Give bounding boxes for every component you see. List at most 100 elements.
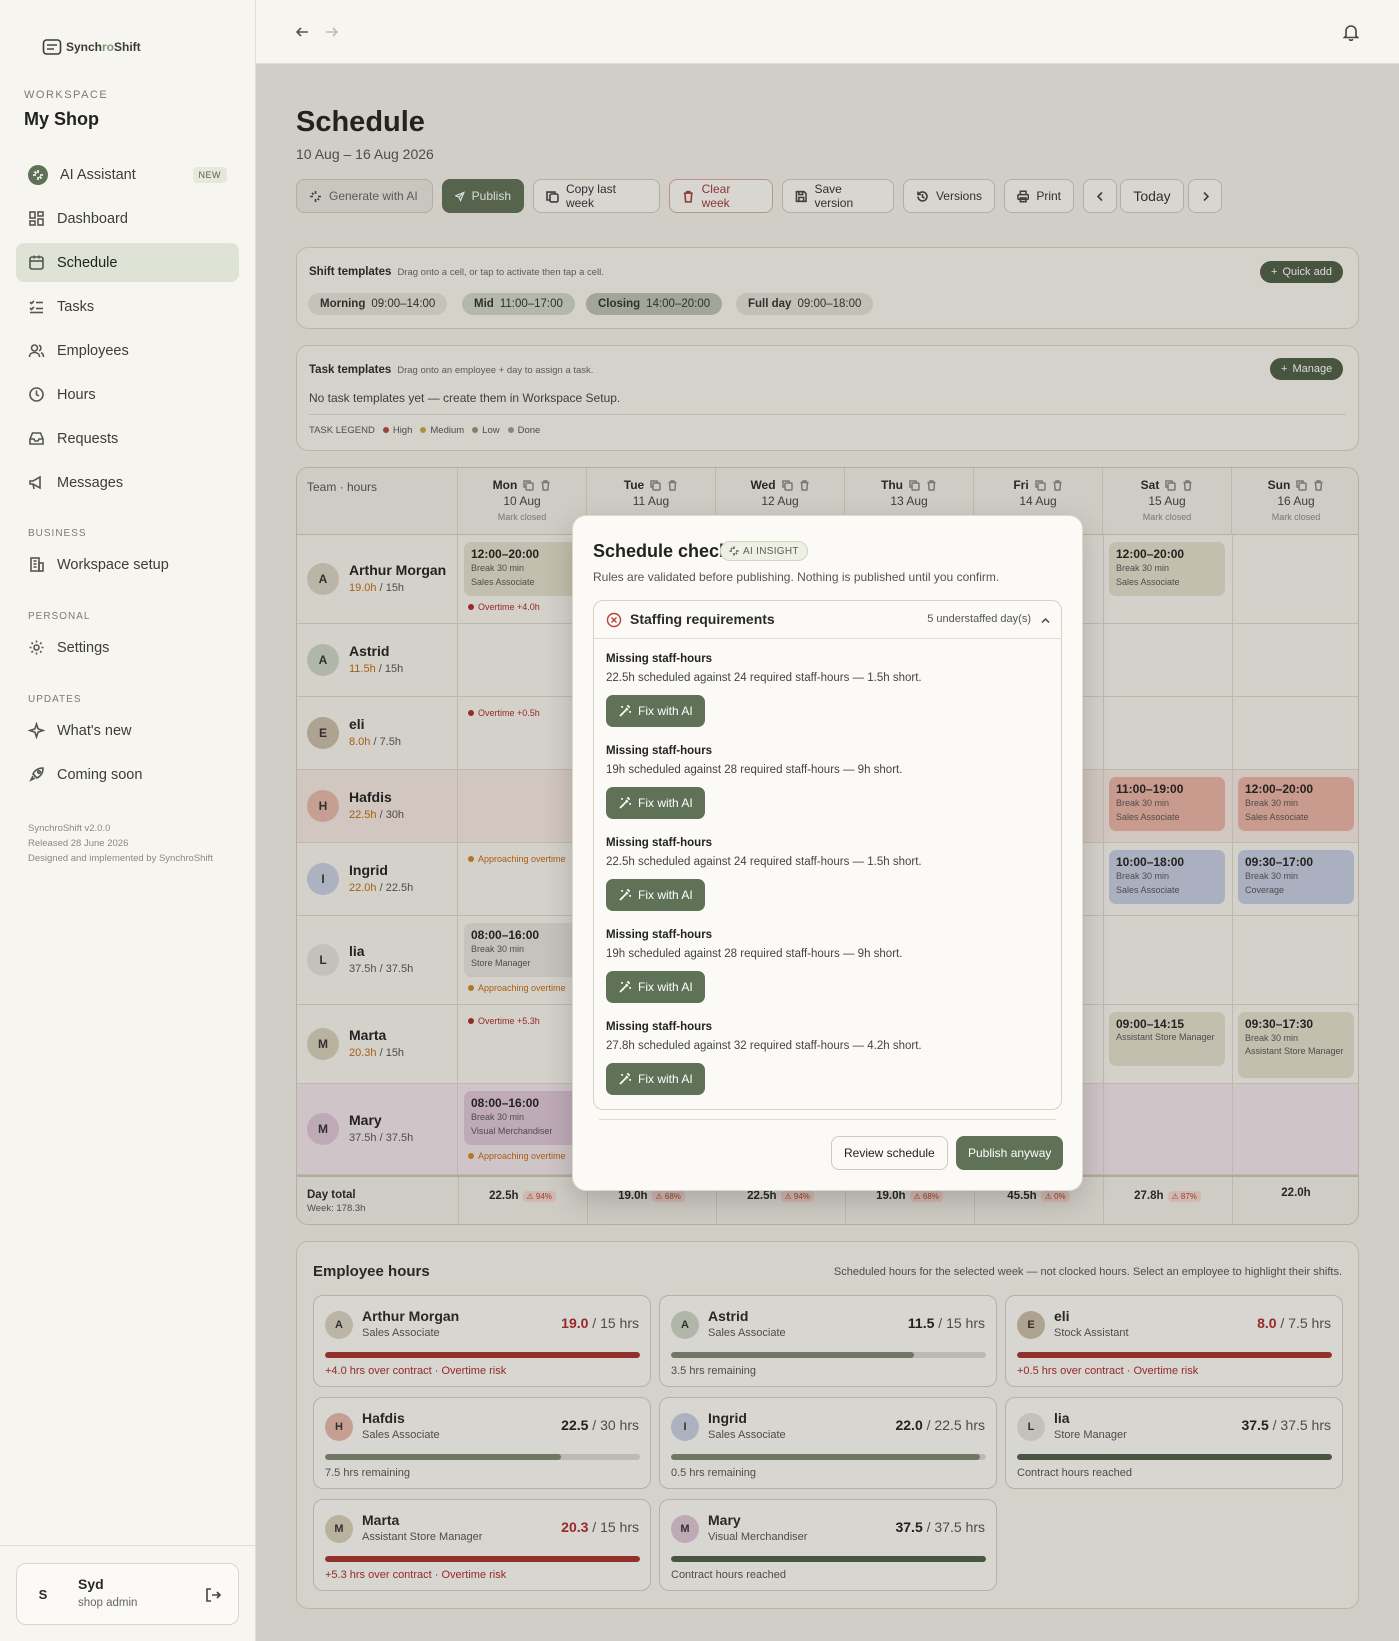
version-line: SynchroShift v2.0.0 xyxy=(28,823,111,834)
user-role: shop admin xyxy=(78,1597,138,1609)
review-schedule-button[interactable]: Review schedule xyxy=(831,1136,948,1170)
issue-title: Missing staff-hours xyxy=(606,653,713,665)
understaffed-count: 5 understaffed day(s) xyxy=(927,613,1031,625)
nav-whats-new[interactable]: What's new xyxy=(16,711,239,750)
nav-label: Employees xyxy=(57,342,129,359)
issue-description: 27.8h scheduled against 32 required staf… xyxy=(606,1040,922,1052)
megaphone-icon xyxy=(29,475,41,490)
sparkle-icon xyxy=(729,546,739,556)
button-label: Fix with AI xyxy=(638,888,693,902)
calendar-icon xyxy=(29,255,44,270)
ai-insight-badge: AI INSIGHT xyxy=(720,541,808,561)
nav-label: Requests xyxy=(57,430,119,447)
nav-label: Tasks xyxy=(57,298,95,315)
fix-with-ai-button[interactable]: Fix with AI xyxy=(606,1063,705,1095)
logo-text-c: Shift xyxy=(114,40,141,54)
nav-label: Workspace setup xyxy=(57,556,169,573)
logout-icon[interactable] xyxy=(204,1586,222,1604)
error-circle-icon xyxy=(606,612,622,628)
top-bar xyxy=(256,0,1399,64)
magic-wand-icon xyxy=(619,1073,631,1085)
issue-item: Missing staff-hours 27.8h scheduled agai… xyxy=(606,1021,922,1095)
dialog-title: Schedule check xyxy=(593,541,730,561)
workspace-label: WORKSPACE xyxy=(24,89,109,101)
logo-icon xyxy=(42,39,62,55)
publish-anyway-button[interactable]: Publish anyway xyxy=(956,1136,1064,1170)
magic-wand-icon xyxy=(619,797,631,809)
nav-coming-soon[interactable]: Coming soon xyxy=(16,755,239,794)
personal-section-label: PERSONAL xyxy=(28,611,91,622)
bell-icon[interactable] xyxy=(1342,23,1360,41)
nav-hours[interactable]: Hours xyxy=(16,375,239,414)
issue-item: Missing staff-hours 19h scheduled agains… xyxy=(606,929,903,1003)
avatar: S xyxy=(38,1586,48,1602)
nav-ai-assistant[interactable]: AI Assistant NEW xyxy=(16,155,239,194)
nav-schedule[interactable]: Schedule xyxy=(16,243,239,282)
nav-workspace-setup[interactable]: Workspace setup xyxy=(16,545,239,584)
version-info: SynchroShift v2.0.0 Released 28 June 202… xyxy=(28,821,213,866)
issue-title: Missing staff-hours xyxy=(606,1021,713,1033)
new-badge: NEW xyxy=(192,166,227,183)
release-line: Released 28 June 2026 xyxy=(28,838,129,849)
magic-wand-icon xyxy=(619,705,631,717)
section-title: Staffing requirements xyxy=(630,611,775,627)
logo-text-b: ro xyxy=(102,40,115,54)
magic-wand-icon xyxy=(619,981,631,993)
sparkle-icon xyxy=(28,164,48,185)
fix-with-ai-button[interactable]: Fix with AI xyxy=(606,695,705,727)
button-label: Fix with AI xyxy=(638,704,693,718)
section-header[interactable]: Staffing requirements 5 understaffed day… xyxy=(594,601,1061,639)
nav-dashboard[interactable]: Dashboard xyxy=(16,199,239,238)
credit-line: Designed and implemented by SynchroShift xyxy=(28,853,213,864)
building-icon xyxy=(30,557,44,572)
rocket-icon xyxy=(29,767,44,782)
user-card[interactable]: S Syd shop admin xyxy=(16,1563,239,1625)
nav-label: Settings xyxy=(57,639,110,656)
app-logo[interactable]: SynchroShift xyxy=(42,38,141,56)
logo-text-a: Synch xyxy=(66,40,103,54)
nav-label: Dashboard xyxy=(57,210,128,227)
nav-label: Hours xyxy=(57,386,96,403)
users-icon xyxy=(28,344,45,358)
chevron-up-icon[interactable] xyxy=(1040,615,1051,626)
nav-label: AI Assistant xyxy=(60,166,136,183)
nav-messages[interactable]: Messages xyxy=(16,463,239,502)
divider xyxy=(0,1545,256,1546)
issue-description: 19h scheduled against 28 required staff-… xyxy=(606,948,903,960)
fix-with-ai-button[interactable]: Fix with AI xyxy=(606,879,705,911)
issue-description: 22.5h scheduled against 24 required staf… xyxy=(606,672,922,684)
button-label: Fix with AI xyxy=(638,796,693,810)
dialog-subtitle: Rules are validated before publishing. N… xyxy=(593,570,1000,584)
divider xyxy=(599,1119,1056,1120)
issue-description: 19h scheduled against 28 required staff-… xyxy=(606,764,903,776)
tasks-icon xyxy=(29,300,43,314)
issue-item: Missing staff-hours 19h scheduled agains… xyxy=(606,745,903,819)
updates-section-label: UPDATES xyxy=(28,694,82,705)
issue-title: Missing staff-hours xyxy=(606,929,713,941)
inbox-icon xyxy=(29,432,44,445)
back-arrow-icon[interactable] xyxy=(294,24,310,40)
badge-label: AI INSIGHT xyxy=(743,545,799,557)
nav-label: Messages xyxy=(57,474,124,491)
fix-with-ai-button[interactable]: Fix with AI xyxy=(606,971,705,1003)
workspace-name[interactable]: My Shop xyxy=(24,109,99,130)
nav-requests[interactable]: Requests xyxy=(16,419,239,458)
issue-title: Missing staff-hours xyxy=(606,745,713,757)
sparkle-icon xyxy=(28,722,45,739)
dashboard-icon xyxy=(29,211,44,226)
issue-item: Missing staff-hours 22.5h scheduled agai… xyxy=(606,837,922,911)
forward-arrow-icon[interactable] xyxy=(324,24,340,40)
gear-icon xyxy=(29,640,44,655)
nav-tasks[interactable]: Tasks xyxy=(16,287,239,326)
nav-label: Coming soon xyxy=(57,766,143,783)
nav-employees[interactable]: Employees xyxy=(16,331,239,370)
issue-title: Missing staff-hours xyxy=(606,837,713,849)
issue-description: 22.5h scheduled against 24 required staf… xyxy=(606,856,922,868)
nav-label: What's new xyxy=(57,722,132,739)
fix-with-ai-button[interactable]: Fix with AI xyxy=(606,787,705,819)
button-label: Fix with AI xyxy=(638,1072,693,1086)
nav-label: Schedule xyxy=(57,254,118,271)
magic-wand-icon xyxy=(619,889,631,901)
user-name: Syd xyxy=(78,1576,104,1592)
nav-settings[interactable]: Settings xyxy=(16,628,239,667)
